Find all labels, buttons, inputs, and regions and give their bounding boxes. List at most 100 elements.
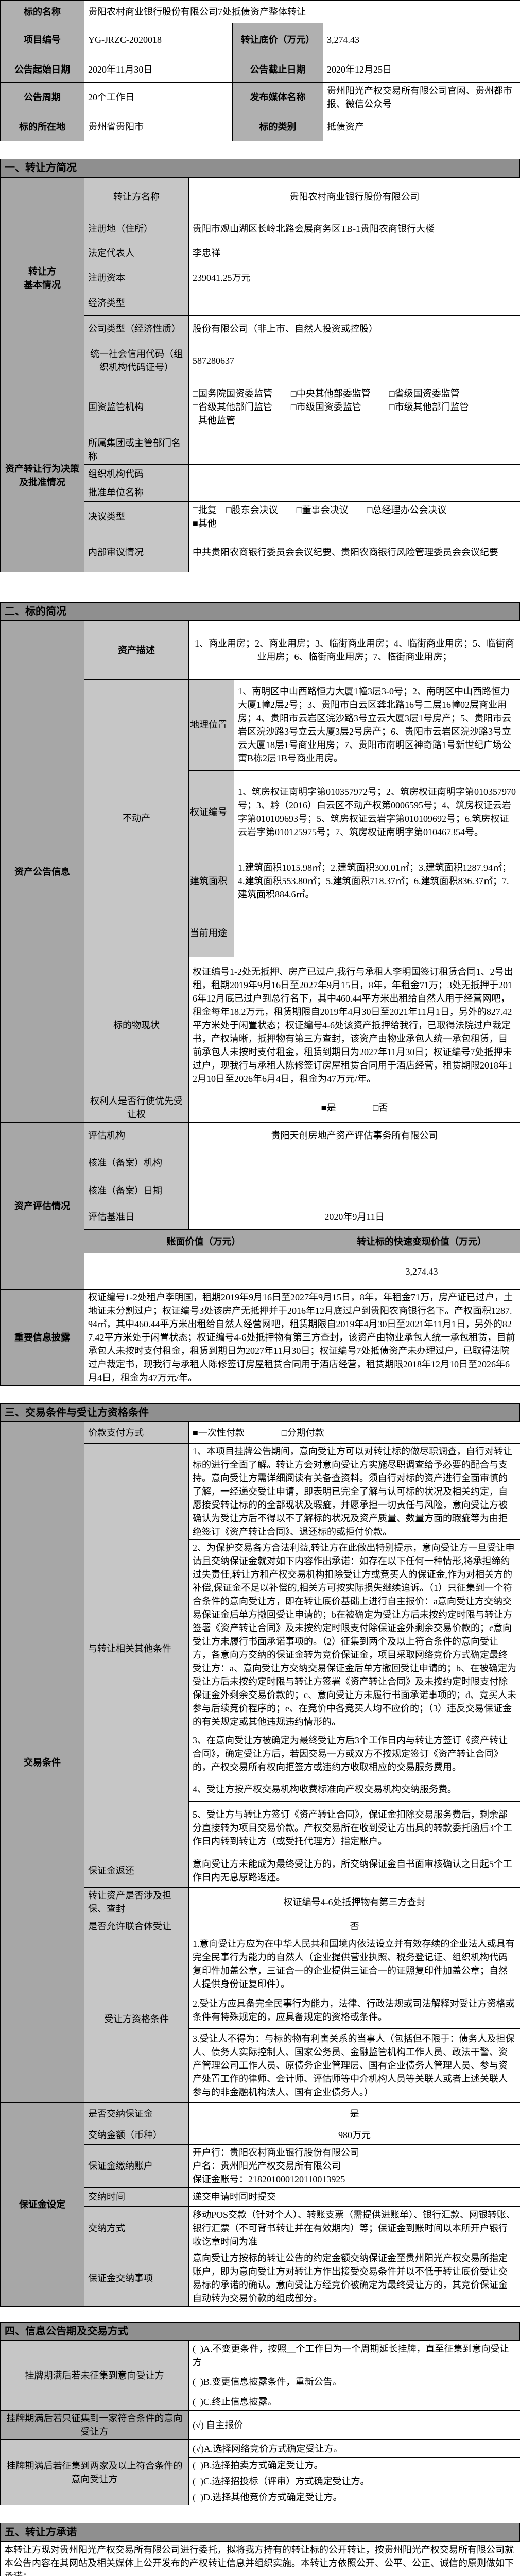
approval-date-label: 核准（备案）日期 bbox=[84, 1177, 189, 1204]
multi-transferee-option-d: ( )D.选择其他竞价方式确定受让方。 bbox=[189, 2489, 520, 2505]
payment-method-label: 价款支付方式 bbox=[84, 1422, 189, 1444]
approval-org-value bbox=[189, 1148, 520, 1177]
approval-date-value bbox=[189, 1177, 520, 1204]
parent-group-label: 所属集团或主管部门名称 bbox=[84, 435, 189, 465]
project-no-value: YG-JRZC-2020018 bbox=[84, 23, 233, 56]
quick-sale-value: 3,274.43 bbox=[323, 1253, 520, 1290]
org-code-value bbox=[189, 465, 520, 483]
internal-review-value: 中共贵阳农商银行委员会会议纪要、贵阳农商银行风险管理委员会会议纪要 bbox=[189, 532, 520, 572]
legal-rep-value: 李忠祥 bbox=[189, 241, 520, 265]
spacer bbox=[0, 2307, 520, 2322]
multi-transferee-label: 挂牌期满后若征集到两家及以上符合条件的意向受让方 bbox=[1, 2440, 189, 2505]
floor-price-value: 3,274.43 bbox=[323, 23, 520, 56]
approving-unit-value bbox=[189, 483, 520, 502]
one-transferee-label: 挂牌期满后若只征集到一家符合条件的意向受让方 bbox=[1, 2411, 189, 2440]
payment-method-options: ■一次性付款 □分期付款 bbox=[189, 1422, 520, 1444]
registered-capital-label: 注册资本 bbox=[84, 265, 189, 290]
sasac-regulator-label: 国资监管机构 bbox=[84, 379, 189, 435]
registered-capital-value: 239041.25万元 bbox=[189, 265, 520, 290]
building-area-value: 1.建筑面积1015.98㎡；2.建筑面积300.01㎡；3.建筑面积1287.… bbox=[234, 853, 520, 909]
valuation-base-date-label: 评估基准日 bbox=[84, 1204, 189, 1230]
other-conditions-label: 与转让相关其他条件 bbox=[84, 1444, 189, 1854]
priority-right-label: 权利人是否行使优先受让权 bbox=[84, 1093, 189, 1123]
deposit-refund-label: 保证金返还 bbox=[84, 1854, 189, 1888]
asset-description-value: 1、商业用房；2、商业用房；3、临街商业用房；4、临街商业用房；5、临街商业用房… bbox=[189, 621, 520, 680]
spacer bbox=[0, 1386, 520, 1403]
book-value bbox=[84, 1253, 323, 1290]
subject-status-value: 权证编号1-2处无抵押、房产已过户,我行与承租人李明国签订租赁合同1、2号出租，… bbox=[189, 957, 520, 1093]
commitment-intro: 本转让方现对贵州阳光产权交易所有限公司进行委托，拟将我方持有的转让标的公开转让，… bbox=[1, 2542, 520, 2576]
qualification-item: 2.受让方应具备完全民事行为能力，法律、行政法规或司法解释对受让方资格或条件有特… bbox=[189, 1992, 520, 2029]
deposit-refund-value: 意向受让方未能成为最终受让方的，所交纳保证金自书面审核确认之日起5个工作日内无息… bbox=[189, 1854, 520, 1888]
subject-name-label: 标的名称 bbox=[1, 1, 84, 23]
transferor-name-value: 贵阳农村商业银行股份有限公司 bbox=[189, 178, 520, 216]
legal-rep-label: 法定代表人 bbox=[84, 241, 189, 265]
conditions-table: 交易条件 价款支付方式 ■一次性付款 □分期付款 与转让相关其他条件 1、本项目… bbox=[0, 1422, 520, 2307]
parent-group-value bbox=[189, 435, 520, 465]
quick-sale-value-header: 转让标的快速变现价值（万元） bbox=[323, 1230, 520, 1253]
section5-title: 五、转让方承诺 bbox=[0, 2523, 520, 2541]
location-value: 贵州省贵阳市 bbox=[84, 112, 233, 141]
building-area-label: 建筑面积 bbox=[189, 853, 234, 909]
location-label: 标的所在地 bbox=[1, 112, 84, 141]
deposit-matters-value: 意向受让方按标的转让公告的约定金额交纳保证金至贵州阳光产权交易所指定账户，即为意… bbox=[189, 2250, 520, 2307]
credit-code-label: 统一社会信用代码（组织机构代码证号） bbox=[84, 342, 189, 379]
economy-type-value bbox=[189, 290, 520, 316]
start-date-value: 2020年11月30日 bbox=[84, 56, 233, 83]
category-value: 抵债资产 bbox=[323, 112, 520, 141]
disclosure-form: 标的名称 贵阳农村商业银行股份有限公司7处抵债资产整体转让 项目编号 YG-JR… bbox=[0, 0, 520, 2576]
credit-code-value: 587280637 bbox=[189, 342, 520, 379]
deposit-amount-label: 交纳金额（币种） bbox=[84, 2125, 189, 2145]
section4-title: 四、信息公告期及交易方式 bbox=[0, 2322, 520, 2341]
spacer bbox=[0, 141, 520, 159]
no-transferee-option-c: ( )C.终止信息披露。 bbox=[189, 2393, 520, 2411]
category-label: 标的类别 bbox=[233, 112, 323, 141]
sasac-regulator-options: □国务院国资委监管 □中央其他部委监管 □省级国资委监管 □省级其他部门监管 □… bbox=[189, 379, 520, 435]
one-transferee-value: (√) 自主报价 bbox=[189, 2411, 520, 2440]
asset-announcement-group-label: 资产公告信息 bbox=[1, 621, 84, 1123]
trade-condition-item: 5、受让方与转让方签订《资产转让合同》，保证金扣除交易服务费后，剩余部分直接转为… bbox=[189, 1802, 520, 1854]
section1-title: 一、转让方简况 bbox=[0, 159, 520, 177]
deposit-time-label: 交纳时间 bbox=[84, 2188, 189, 2207]
multi-transferee-option-c: ( )C.选择招投标（评审）方式确定受让方。 bbox=[189, 2473, 520, 2489]
certificate-no-value: 1、筑房权证南明字第010357972号；2、筑房权证南明字第010357970… bbox=[234, 771, 520, 853]
decision-approval-group-label: 资产转让行为决策及批准情况 bbox=[1, 379, 84, 572]
section3-title: 三、交易条件与受让方资格条件 bbox=[0, 1403, 520, 1422]
trade-conditions-group-label: 交易条件 bbox=[1, 1422, 84, 2103]
internal-review-label: 内部审议情况 bbox=[84, 532, 189, 572]
media-value: 贵州阳光产权交易所有限公司官网、贵州都市报、微信公众号 bbox=[323, 83, 520, 112]
spacer bbox=[0, 572, 520, 602]
org-code-label: 组织机构代码 bbox=[84, 465, 189, 483]
consortium-allowed-value: 否 bbox=[189, 1917, 520, 1936]
subject-table: 资产公告信息 资产描述 1、商业用房；2、商业用房；3、临街商业用房；4、临街商… bbox=[0, 621, 520, 1386]
deposit-account-label: 保证金缴纳账户 bbox=[84, 2145, 189, 2188]
company-type-value: 股份有限公司（非上市、自然人投资或控股） bbox=[189, 316, 520, 342]
end-date-label: 公告截止日期 bbox=[233, 56, 323, 83]
transferor-basic-group-label: 转让方 基本情况 bbox=[1, 178, 84, 379]
resolution-type-label: 决议类型 bbox=[84, 502, 189, 532]
announcement-trading-table: 挂牌期满后若未征集到意向受让方 ( )A.不变更条件，按照__个工作日为一个周期… bbox=[0, 2341, 520, 2505]
media-label: 发布媒体名称 bbox=[233, 83, 323, 112]
no-transferee-label: 挂牌期满后若未征集到意向受让方 bbox=[1, 2341, 189, 2411]
trade-condition-item: 3、在意向受让方被确定为最终受让方后3个工作日内与转让方签订《资产转让合同》，确… bbox=[189, 1730, 520, 1777]
important-disclosure-value: 权证编号1-2处租户李明国，租期2019年9月16日至2027年9月15日，8年… bbox=[84, 1290, 520, 1386]
deposit-matters-label: 保证金交纳事项 bbox=[84, 2250, 189, 2307]
multi-transferee-option-b: ( )B.选择拍卖方式确定受让方。 bbox=[189, 2458, 520, 2473]
qualification-item: 1.意向受让方应为在中华人民共和国境内依法设立并有效存续的企业法人或具有完全民事… bbox=[189, 1936, 520, 1992]
project-no-label: 项目编号 bbox=[1, 23, 84, 56]
transferor-commitments-table: 本转让方现对贵州阳光产权交易所有限公司进行委托，拟将我方持有的转让标的公开转让，… bbox=[0, 2541, 520, 2576]
start-date-label: 公告起始日期 bbox=[1, 56, 84, 83]
spacer bbox=[0, 2505, 520, 2523]
valuation-agency-label: 评估机构 bbox=[84, 1123, 189, 1148]
deposit-amount-value: 980万元 bbox=[189, 2125, 520, 2145]
current-use-label: 当前用途 bbox=[189, 909, 234, 957]
no-transferee-option-a: ( )A.不变更条件，按照__个工作日为一个周期延长挂牌，直至征集到意向受让方 bbox=[189, 2341, 520, 2370]
subject-status-label: 标的物现状 bbox=[84, 957, 189, 1093]
end-date-value: 2020年12月25日 bbox=[323, 56, 520, 83]
priority-right-options: ■是 □否 bbox=[189, 1093, 520, 1123]
asset-description-label: 资产描述 bbox=[84, 621, 189, 680]
deposit-required-label: 是否交纳保证金 bbox=[84, 2103, 189, 2125]
transferor-name-label: 转让方名称 bbox=[84, 178, 189, 216]
asset-valuation-group-label: 资产评估情况 bbox=[1, 1123, 84, 1290]
geo-location-label: 地理位置 bbox=[189, 680, 234, 771]
